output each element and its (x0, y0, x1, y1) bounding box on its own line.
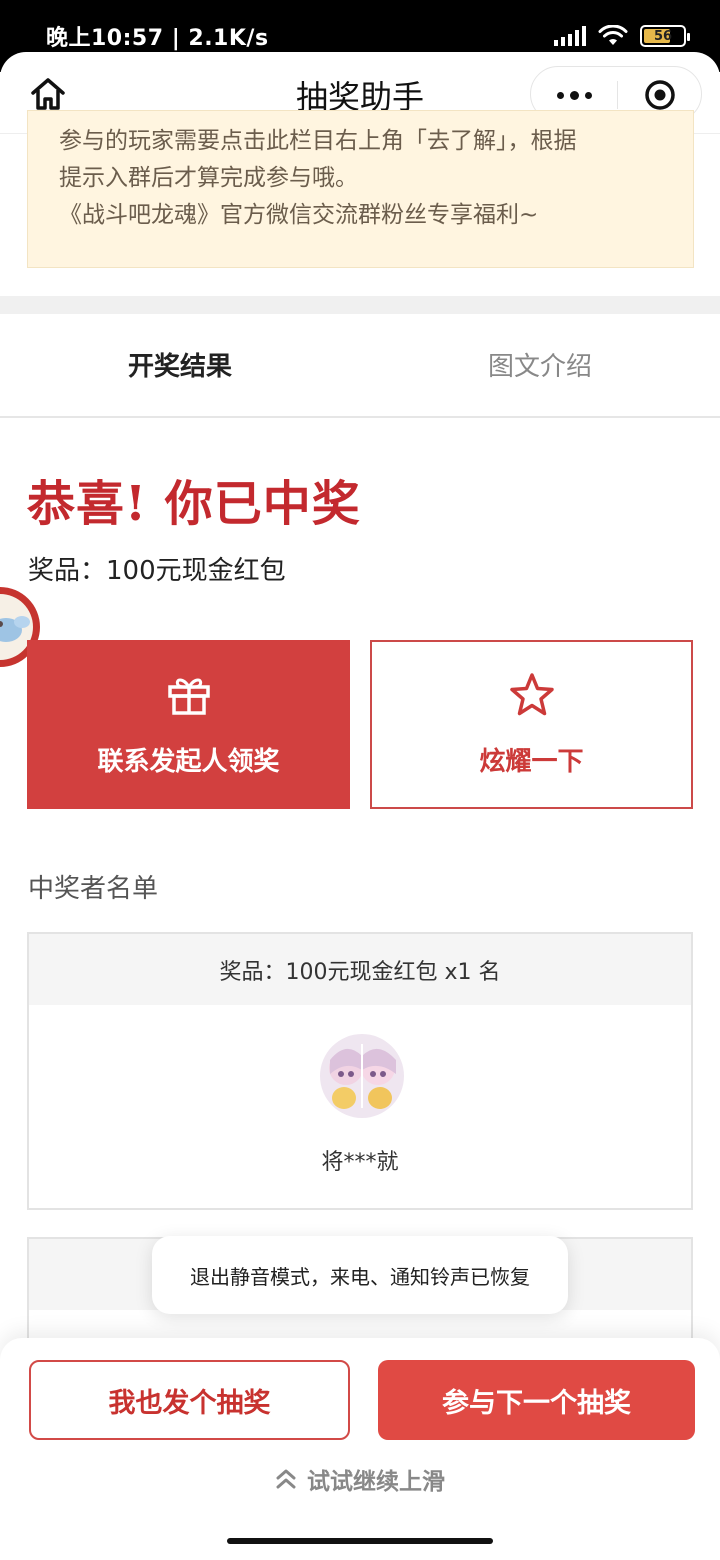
winner-card-header: 奖品：100元现金红包 x1 名 (29, 934, 691, 1005)
home-indicator[interactable] (227, 1538, 493, 1544)
battery-level: 56 (653, 28, 673, 44)
tab-results[interactable]: 开奖结果 (60, 346, 300, 383)
contact-organizer-label: 联系发起人领奖 (97, 747, 280, 777)
notice-box: 参与的玩家需要点击此栏目右上角「去了解」，根据 提示入群后才算完成参与哦。 《战… (27, 110, 694, 268)
show-off-label: 炫耀一下 (479, 747, 584, 777)
swipe-up-label: 试试继续上滑 (307, 1469, 445, 1495)
bottom-action-bar: 我也发个抽奖 参与下一个抽奖 试试继续上滑 (0, 1338, 720, 1560)
prize-label: 奖品：100元现金红包 (28, 556, 286, 586)
double-chevron-up-icon (276, 1469, 296, 1489)
contact-organizer-button[interactable]: 联系发起人领奖 (27, 640, 350, 809)
notice-line-3: 《战斗吧龙魂》官方微信交流群粉丝专享福利~ (59, 202, 539, 228)
winners-list-title: 中奖者名单 (28, 874, 159, 904)
swipe-up-hint[interactable]: 试试继续上滑 (0, 1462, 720, 1496)
create-lottery-button[interactable]: 我也发个抽奖 (29, 1360, 350, 1440)
show-off-button[interactable]: 炫耀一下 (370, 640, 693, 809)
status-time-speed: 晚上10:57 | 2.1K/s (46, 26, 269, 51)
signal-icon (554, 26, 586, 46)
star-icon (509, 673, 554, 716)
winner-name: 将***就 (321, 1150, 399, 1175)
winner-card: 奖品：100元现金红包 x1 名 将***就 (27, 932, 693, 1210)
join-next-lottery-button[interactable]: 参与下一个抽奖 (378, 1360, 695, 1440)
wifi-icon (598, 25, 628, 45)
win-headline: 恭喜! 你已中奖 (27, 476, 361, 532)
status-icons: 56 (554, 22, 690, 50)
section-divider (0, 296, 720, 314)
tab-bar: 开奖结果 图文介绍 (0, 314, 720, 418)
toast-message: 退出静音模式，来电、通知铃声已恢复 (152, 1236, 568, 1314)
battery-icon: 56 (640, 25, 690, 47)
gift-icon (167, 678, 210, 715)
avatar[interactable] (320, 1034, 404, 1118)
notice-line-2: 提示入群后才算完成参与哦。 (59, 165, 358, 191)
notice-line-1: 参与的玩家需要点击此栏目右上角「去了解」，根据 (59, 128, 577, 154)
tab-intro[interactable]: 图文介绍 (420, 346, 660, 383)
